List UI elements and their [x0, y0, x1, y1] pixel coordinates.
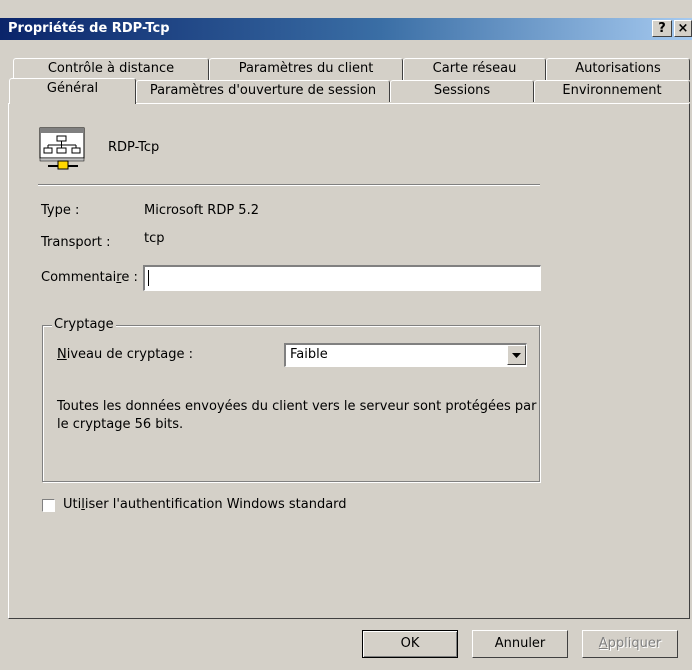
cancel-button[interactable]: Annuler	[472, 630, 568, 658]
type-value: Microsoft RDP 5.2	[144, 203, 259, 218]
network-connection-icon	[38, 126, 86, 172]
encryption-level-select[interactable]: Faible	[284, 343, 527, 367]
encryption-description: Toutes les données envoyées du client ve…	[57, 399, 537, 432]
encryption-group-title: Cryptage	[52, 317, 116, 332]
tab-client-settings[interactable]: Paramètres du client	[209, 58, 403, 80]
help-button[interactable]: ?	[652, 20, 672, 37]
apply-button[interactable]: Appliquer	[582, 630, 678, 658]
chevron-down-icon	[512, 352, 521, 358]
type-label: Type :	[41, 203, 80, 218]
apply-label: Appliquer	[598, 636, 662, 651]
window-title: Propriétés de RDP-Tcp	[8, 21, 170, 36]
tab-logon-settings[interactable]: Paramètres d'ouverture de session	[136, 80, 390, 102]
tab-label: Environnement	[562, 83, 662, 98]
tab-general[interactable]: Général	[9, 78, 136, 104]
properties-dialog: Propriétés de RDP-Tcp ? × Contrôle à dis…	[0, 0, 692, 670]
encryption-level-value: Faible	[290, 347, 328, 362]
tab-permissions[interactable]: Autorisations	[546, 58, 690, 80]
ok-button[interactable]: OK	[362, 630, 458, 658]
tab-label: Paramètres du client	[238, 61, 374, 76]
tab-label: Paramètres d'ouverture de session	[149, 83, 377, 98]
comment-label: Commentaire :	[41, 270, 138, 285]
transport-value: tcp	[144, 231, 165, 246]
title-bar[interactable]: Propriétés de RDP-Tcp ? ×	[0, 18, 692, 40]
tab-label: Contrôle à distance	[47, 61, 175, 76]
tab-label: Autorisations	[575, 61, 661, 76]
tab-remote-control[interactable]: Contrôle à distance	[13, 58, 209, 80]
tab-label: Sessions	[433, 83, 491, 98]
dropdown-button[interactable]	[507, 345, 526, 365]
separator	[38, 184, 540, 186]
tab-label: Général	[46, 81, 99, 96]
connection-name: RDP-Tcp	[108, 140, 160, 155]
tab-environment[interactable]: Environnement	[534, 80, 690, 102]
windows-auth-checkbox[interactable]	[42, 499, 55, 512]
tab-label: Carte réseau	[432, 61, 517, 76]
close-button[interactable]: ×	[674, 20, 692, 37]
tab-network-adapter[interactable]: Carte réseau	[403, 58, 546, 80]
close-icon: ×	[677, 21, 689, 36]
comment-field[interactable]	[143, 265, 541, 291]
tab-sessions[interactable]: Sessions	[390, 80, 534, 102]
help-icon: ?	[658, 21, 666, 36]
ok-label: OK	[400, 636, 420, 651]
transport-label: Transport :	[41, 235, 111, 250]
cancel-label: Annuler	[494, 636, 546, 651]
windows-auth-label[interactable]: Utiliser l'authentification Windows stan…	[63, 497, 347, 512]
text-caret	[148, 270, 149, 286]
encryption-level-label: Niveau de cryptage :	[57, 347, 194, 362]
